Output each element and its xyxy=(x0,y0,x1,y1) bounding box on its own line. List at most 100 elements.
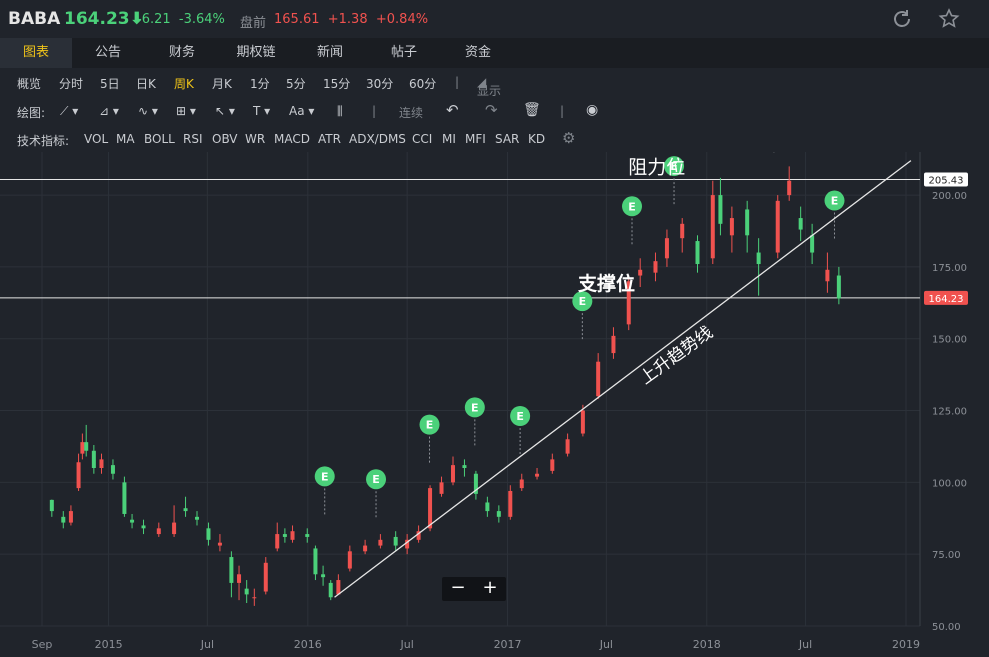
indicator-wr[interactable]: WR xyxy=(245,132,265,146)
candle-body xyxy=(141,525,146,529)
candle-body xyxy=(787,180,792,196)
candle-body xyxy=(282,534,287,537)
divider: | xyxy=(372,104,377,118)
indicator-rsi[interactable]: RSI xyxy=(183,132,203,146)
y-tick-label: 175.00 xyxy=(932,263,967,274)
candle-body xyxy=(68,511,73,523)
tab-announcements[interactable]: 公告 xyxy=(72,38,144,68)
trash-icon[interactable]: 🗑 xyxy=(523,102,541,118)
channel-tool-icon[interactable]: ⊿ ▾ xyxy=(99,104,119,118)
candle-body xyxy=(110,465,115,474)
candle-body xyxy=(825,269,830,282)
measure-tool-icon[interactable]: ⫼ xyxy=(337,104,343,119)
x-tick-label: Jul xyxy=(599,638,613,651)
candle-body xyxy=(172,522,177,535)
candle-body xyxy=(84,442,89,451)
candle-body xyxy=(439,482,444,494)
star-icon[interactable] xyxy=(937,7,961,31)
indicator-cci[interactable]: CCI xyxy=(412,132,432,146)
font-tool-icon[interactable]: Aa ▾ xyxy=(289,104,314,118)
period-5min[interactable]: 5分 xyxy=(286,75,306,92)
period-overview[interactable]: 概览 xyxy=(17,75,41,92)
fib-tool-icon[interactable]: ⊞ ▾ xyxy=(176,104,196,118)
candle-body xyxy=(680,223,685,239)
text-tool-icon[interactable]: T ▾ xyxy=(253,104,270,118)
candle-body xyxy=(775,200,780,253)
candle-body xyxy=(519,479,524,489)
y-tick-label: 75.00 xyxy=(932,550,961,561)
period-daily[interactable]: 日K xyxy=(136,75,156,92)
resistance-annotation: 阻力位 xyxy=(628,156,685,178)
refresh-icon[interactable] xyxy=(890,7,914,31)
line-tool-icon[interactable]: ⟋ ▾ xyxy=(60,104,78,119)
candle-body xyxy=(328,582,333,598)
indicator-kd[interactable]: KD xyxy=(528,132,545,146)
period-15min[interactable]: 15分 xyxy=(323,75,350,92)
candle-body xyxy=(485,502,490,512)
tab-posts[interactable]: 帖子 xyxy=(368,38,440,68)
indicator-ma[interactable]: MA xyxy=(116,132,135,146)
redo-icon[interactable]: ↷ xyxy=(485,101,498,119)
arrow-tool-icon[interactable]: ↖ ▾ xyxy=(215,104,235,118)
period-monthly[interactable]: 月K xyxy=(212,75,232,92)
candle-body xyxy=(378,539,383,546)
tab-financials[interactable]: 财务 xyxy=(146,38,218,68)
eye-icon[interactable]: ◉ xyxy=(586,102,598,118)
pattern-tool-icon[interactable]: ∿ ▾ xyxy=(138,104,158,118)
indicator-sar[interactable]: SAR xyxy=(495,132,519,146)
divider: | xyxy=(455,75,460,89)
tab-news[interactable]: 新闻 xyxy=(294,38,366,68)
period-intraday[interactable]: 分时 xyxy=(59,75,83,92)
undo-icon[interactable]: ↶ xyxy=(446,101,459,119)
period-bar: 概览 分时 5日 日K 周K 月K 1分 5分 15分 30分 60分 | 显示… xyxy=(0,68,989,98)
ticker-symbol: BABA xyxy=(8,9,61,29)
zoom-in-button[interactable]: + xyxy=(474,577,506,601)
candle-body xyxy=(718,195,723,224)
indicator-mi[interactable]: MI xyxy=(442,132,456,146)
x-tick-label: 2017 xyxy=(494,638,522,651)
gear-icon[interactable]: ⚙ xyxy=(562,129,575,147)
current-price-label: 164.23 xyxy=(929,294,964,305)
x-tick-label: 2018 xyxy=(693,638,721,651)
indicator-mfi[interactable]: MFI xyxy=(465,132,486,146)
draw-label: 绘图: xyxy=(17,106,46,120)
earnings-marker-label: E xyxy=(372,473,380,486)
indicator-boll[interactable]: BOLL xyxy=(144,132,175,146)
tab-capital-flow[interactable]: 资金 xyxy=(442,38,514,68)
earnings-marker-label: E xyxy=(628,200,636,213)
premarket-change: +1.38 xyxy=(327,12,368,27)
period-30min[interactable]: 30分 xyxy=(366,75,393,92)
candle-body xyxy=(130,519,135,523)
tab-chart[interactable]: 图表 xyxy=(0,38,72,68)
zoom-out-button[interactable]: − xyxy=(442,577,474,601)
candle-body xyxy=(611,335,616,354)
earnings-marker-label: E xyxy=(516,410,524,423)
display-menu[interactable]: 显示 ◢ xyxy=(477,75,501,98)
period-weekly[interactable]: 周K xyxy=(174,75,194,92)
candle-body xyxy=(195,516,200,520)
indicator-obv[interactable]: OBV xyxy=(212,132,238,146)
continuous-toggle[interactable]: 连续 xyxy=(399,104,423,121)
candle-body xyxy=(565,439,570,454)
candle-body xyxy=(91,450,96,468)
y-tick-label: 150.00 xyxy=(932,335,967,346)
candle-body xyxy=(664,238,669,259)
indicator-atr[interactable]: ATR xyxy=(318,132,341,146)
candle-body xyxy=(313,548,318,575)
resistance-price-label: 205.43 xyxy=(929,175,964,186)
candle-body xyxy=(80,442,85,454)
price-change-pct: -3.64% xyxy=(178,12,225,27)
period-1min[interactable]: 1分 xyxy=(250,75,270,92)
period-60min[interactable]: 60分 xyxy=(409,75,436,92)
candle-body xyxy=(462,465,467,468)
candle-body xyxy=(496,511,501,517)
indicator-adx[interactable]: ADX/DMS xyxy=(349,132,406,146)
trendline-annotation: 上升趋势线 xyxy=(636,323,717,389)
indicator-vol[interactable]: VOL xyxy=(84,132,108,146)
indicator-macd[interactable]: MACD xyxy=(274,132,310,146)
candle-body xyxy=(745,209,750,236)
period-5day[interactable]: 5日 xyxy=(100,75,120,92)
candle-body xyxy=(580,410,585,434)
tab-options-chain[interactable]: 期权链 xyxy=(220,38,292,68)
indicator-bar: 技术指标: VOL MA BOLL RSI OBV WR MACD ATR AD… xyxy=(0,125,989,153)
